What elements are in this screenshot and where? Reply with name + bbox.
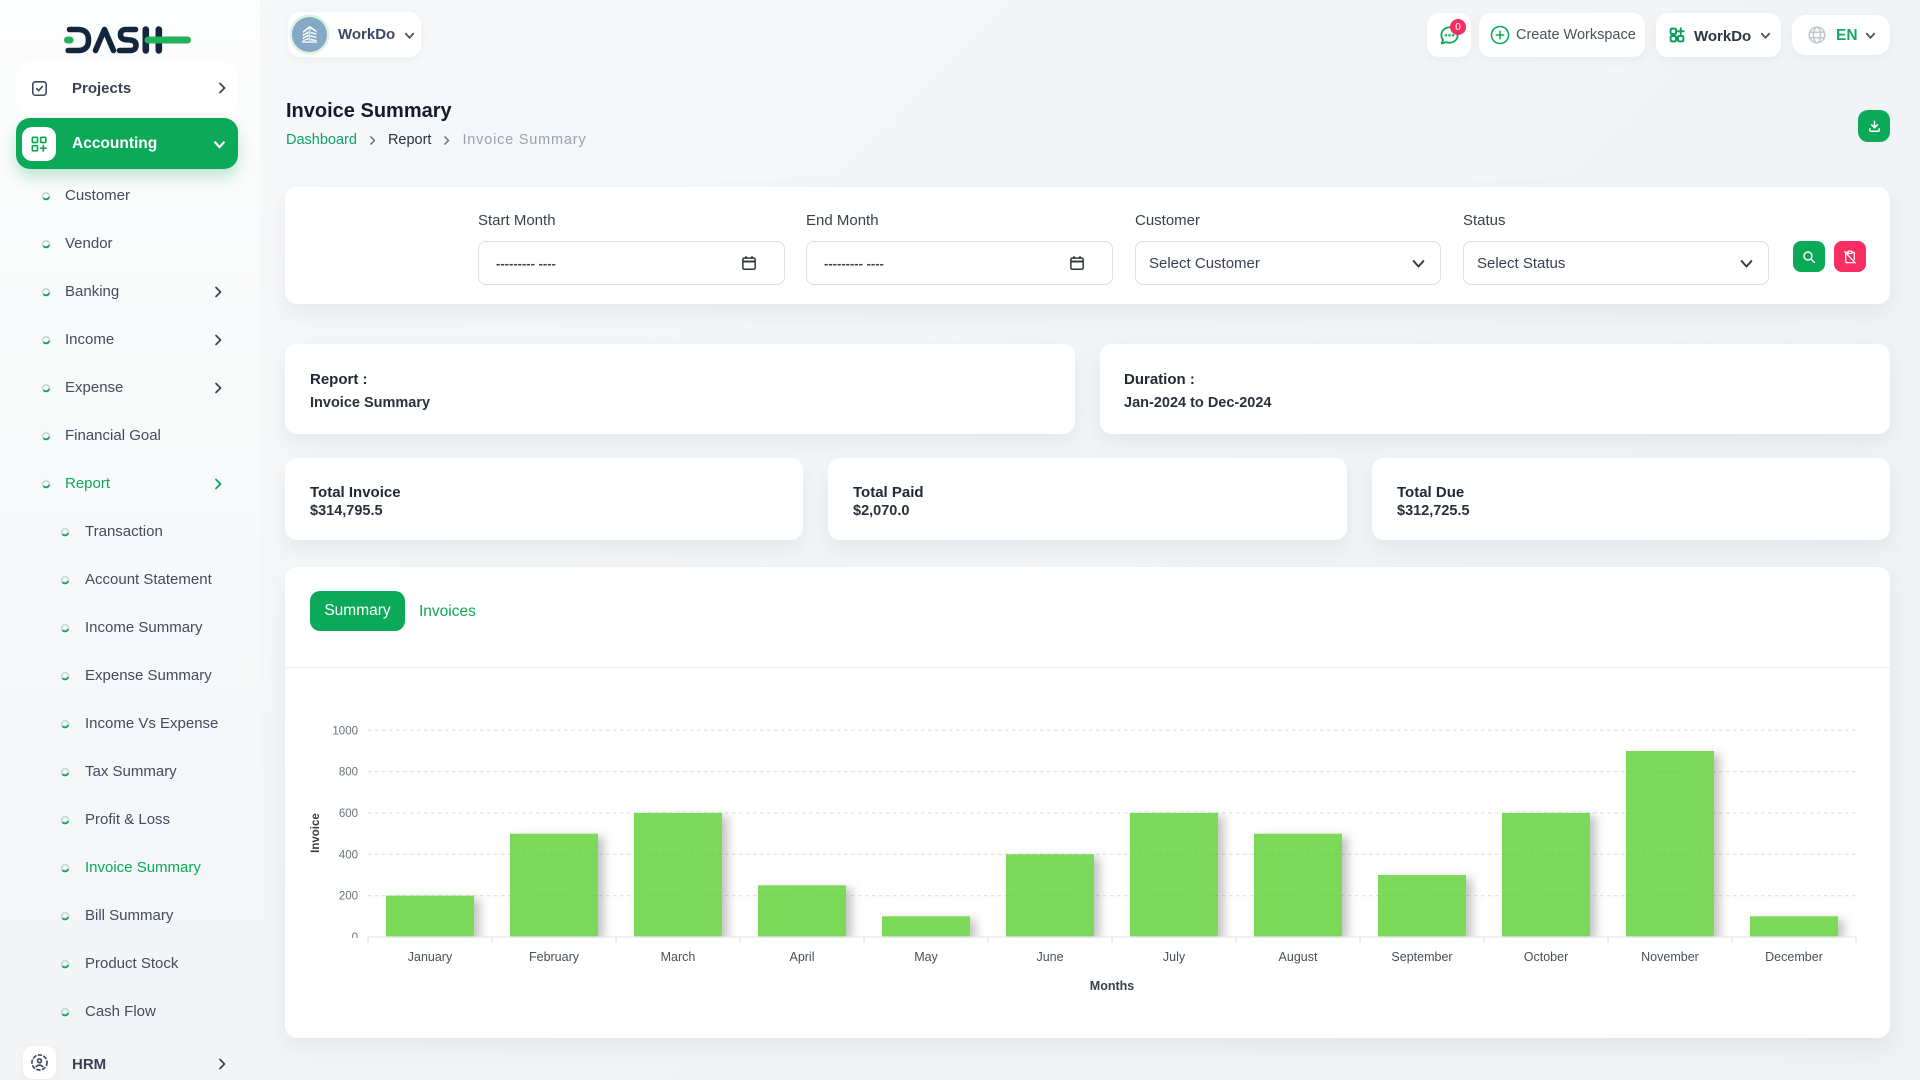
svg-text:December: December (1765, 950, 1823, 964)
svg-text:February: February (529, 950, 580, 964)
svg-text:March: March (661, 950, 696, 964)
svg-text:January: January (408, 950, 453, 964)
svg-text:May: May (914, 950, 938, 964)
svg-text:November: November (1641, 950, 1699, 964)
svg-text:June: June (1036, 950, 1063, 964)
svg-text:September: September (1391, 950, 1452, 964)
svg-text:July: July (1163, 950, 1186, 964)
svg-text:Months: Months (1090, 979, 1134, 993)
svg-text:1000: 1000 (332, 725, 358, 737)
svg-text:200: 200 (339, 891, 358, 903)
svg-text:October: October (1524, 950, 1568, 964)
svg-text:August: August (1279, 950, 1318, 964)
svg-text:April: April (789, 950, 814, 964)
svg-text:800: 800 (339, 767, 358, 779)
svg-text:600: 600 (339, 808, 358, 820)
svg-text:Invoice: Invoice (310, 813, 322, 853)
svg-text:400: 400 (339, 849, 358, 861)
